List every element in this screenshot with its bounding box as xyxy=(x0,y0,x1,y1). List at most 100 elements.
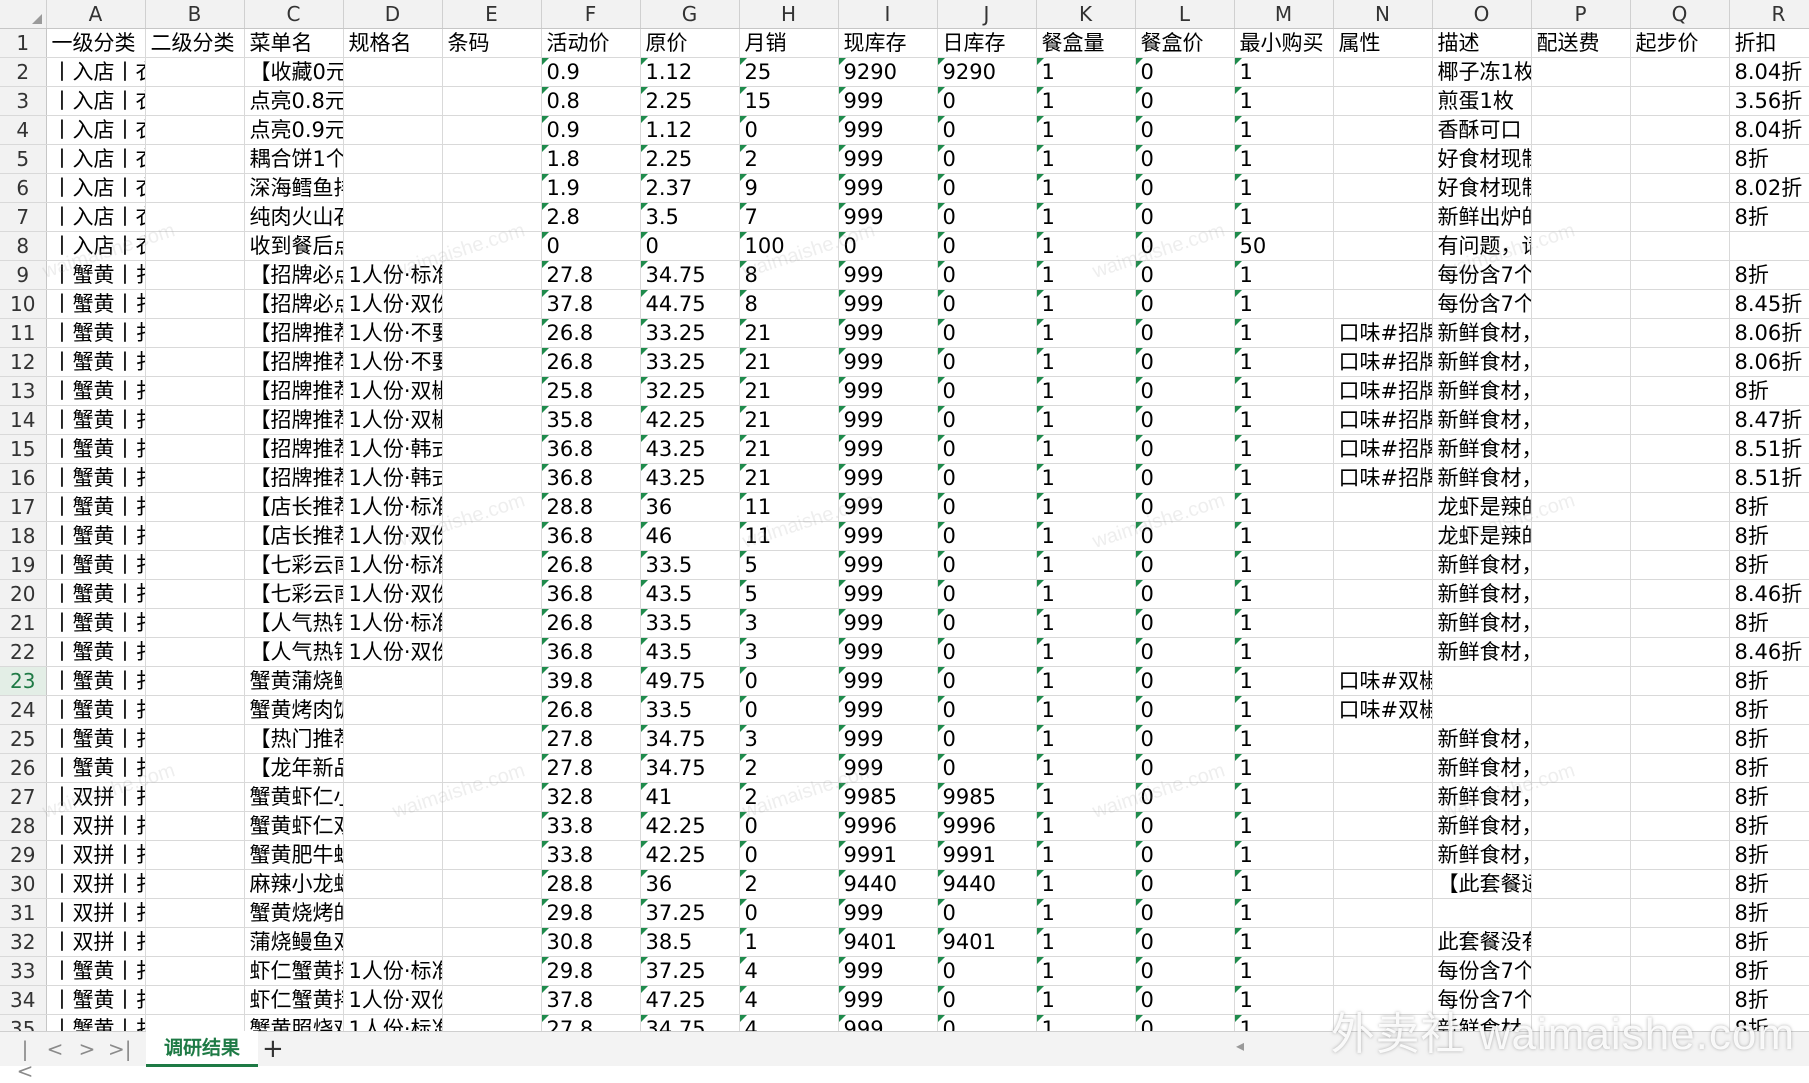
cell-b20[interactable] xyxy=(145,579,245,609)
column-header-n[interactable]: N xyxy=(1333,0,1433,29)
table-row[interactable]: 5丨入店丨衣耦合饼1个1.82.2529990101好食材现制8折 xyxy=(0,144,1809,174)
cell-j1[interactable]: 日库存 xyxy=(937,28,1037,58)
cell-p28[interactable] xyxy=(1531,811,1631,841)
cell-o2[interactable]: 椰子冻1枚 xyxy=(1432,57,1532,87)
cell-m30[interactable]: 1 xyxy=(1234,869,1334,899)
cell-q28[interactable] xyxy=(1630,811,1730,841)
cell-r26[interactable]: 8折 xyxy=(1729,753,1809,783)
cell-o18[interactable]: 龙虾是辣的 xyxy=(1432,521,1532,551)
cell-b24[interactable] xyxy=(145,695,245,725)
cell-n7[interactable] xyxy=(1333,202,1433,232)
cell-a5[interactable]: 丨入店丨衣 xyxy=(46,144,146,174)
cell-q9[interactable] xyxy=(1630,260,1730,290)
table-row[interactable]: 30丨双拼丨扌麻辣小龙虾28.836294409440101【此套餐适8折 xyxy=(0,869,1809,899)
cell-a30[interactable]: 丨双拼丨扌 xyxy=(46,869,146,899)
cell-c24[interactable]: 蟹黄烤肉饭 xyxy=(244,695,344,725)
cell-e22[interactable] xyxy=(442,637,542,667)
cell-q26[interactable] xyxy=(1630,753,1730,783)
cell-g33[interactable]: 37.25 xyxy=(640,956,740,986)
cell-a21[interactable]: 丨蟹黄丨扌 xyxy=(46,608,146,638)
cell-k17[interactable]: 1 xyxy=(1036,492,1136,522)
row-header[interactable]: 4 xyxy=(0,115,47,145)
cell-e34[interactable] xyxy=(442,985,542,1015)
cell-o19[interactable]: 新鲜食材， xyxy=(1432,550,1532,580)
cell-k8[interactable]: 1 xyxy=(1036,231,1136,261)
cell-c31[interactable]: 蟹黄烧烤的 xyxy=(244,898,344,928)
cell-h26[interactable]: 2 xyxy=(739,753,839,783)
cell-o27[interactable]: 新鲜食材， xyxy=(1432,782,1532,812)
column-header-e[interactable]: E xyxy=(442,0,542,29)
cell-p21[interactable] xyxy=(1531,608,1631,638)
cell-n15[interactable]: 口味#招牌 xyxy=(1333,434,1433,464)
cell-g13[interactable]: 32.25 xyxy=(640,376,740,406)
cell-j2[interactable]: 9290 xyxy=(937,57,1037,87)
cell-r29[interactable]: 8折 xyxy=(1729,840,1809,870)
cell-r5[interactable]: 8折 xyxy=(1729,144,1809,174)
cell-g9[interactable]: 34.75 xyxy=(640,260,740,290)
row-header[interactable]: 15 xyxy=(0,434,47,464)
column-header-f[interactable]: F xyxy=(541,0,641,29)
cell-k1[interactable]: 餐盒量 xyxy=(1036,28,1136,58)
cell-e28[interactable] xyxy=(442,811,542,841)
cell-h20[interactable]: 5 xyxy=(739,579,839,609)
cell-m18[interactable]: 1 xyxy=(1234,521,1334,551)
cell-b23[interactable] xyxy=(145,666,245,696)
cell-e27[interactable] xyxy=(442,782,542,812)
cell-g34[interactable]: 47.25 xyxy=(640,985,740,1015)
cell-k33[interactable]: 1 xyxy=(1036,956,1136,986)
cell-a3[interactable]: 丨入店丨衣 xyxy=(46,86,146,116)
cell-l28[interactable]: 0 xyxy=(1135,811,1235,841)
cell-n28[interactable] xyxy=(1333,811,1433,841)
row-header[interactable]: 21 xyxy=(0,608,47,638)
cell-f10[interactable]: 37.8 xyxy=(541,289,641,319)
cell-q30[interactable] xyxy=(1630,869,1730,899)
column-header-o[interactable]: O xyxy=(1432,0,1532,29)
cell-m3[interactable]: 1 xyxy=(1234,86,1334,116)
cell-p19[interactable] xyxy=(1531,550,1631,580)
cell-o11[interactable]: 新鲜食材， xyxy=(1432,318,1532,348)
cell-d7[interactable] xyxy=(343,202,443,232)
cell-g22[interactable]: 43.5 xyxy=(640,637,740,667)
cell-q2[interactable] xyxy=(1630,57,1730,87)
cell-f23[interactable]: 39.8 xyxy=(541,666,641,696)
cell-g35[interactable]: 34.75 xyxy=(640,1014,740,1031)
cell-n22[interactable] xyxy=(1333,637,1433,667)
cell-p26[interactable] xyxy=(1531,753,1631,783)
cell-d4[interactable] xyxy=(343,115,443,145)
cell-a6[interactable]: 丨入店丨衣 xyxy=(46,173,146,203)
cell-d22[interactable]: 1人份·双份 xyxy=(343,637,443,667)
cell-h28[interactable]: 0 xyxy=(739,811,839,841)
table-row[interactable]: 24丨蟹黄丨扌蟹黄烤肉饭26.833.509990101口味#双椒8折 xyxy=(0,695,1809,725)
cell-q29[interactable] xyxy=(1630,840,1730,870)
cell-r15[interactable]: 8.51折 xyxy=(1729,434,1809,464)
cell-a16[interactable]: 丨蟹黄丨扌 xyxy=(46,463,146,493)
cell-c4[interactable]: 点亮0.9元 xyxy=(244,115,344,145)
cell-l24[interactable]: 0 xyxy=(1135,695,1235,725)
cell-g12[interactable]: 33.25 xyxy=(640,347,740,377)
cell-j12[interactable]: 0 xyxy=(937,347,1037,377)
cell-r7[interactable]: 8折 xyxy=(1729,202,1809,232)
cell-c9[interactable]: 【招牌必点 xyxy=(244,260,344,290)
column-header-c[interactable]: C xyxy=(244,0,344,29)
cell-d31[interactable] xyxy=(343,898,443,928)
cell-p8[interactable] xyxy=(1531,231,1631,261)
cell-n11[interactable]: 口味#招牌 xyxy=(1333,318,1433,348)
cell-l34[interactable]: 0 xyxy=(1135,985,1235,1015)
cell-e2[interactable] xyxy=(442,57,542,87)
cell-k23[interactable]: 1 xyxy=(1036,666,1136,696)
cell-l10[interactable]: 0 xyxy=(1135,289,1235,319)
cell-b26[interactable] xyxy=(145,753,245,783)
cell-k5[interactable]: 1 xyxy=(1036,144,1136,174)
cell-k30[interactable]: 1 xyxy=(1036,869,1136,899)
cell-j35[interactable]: 0 xyxy=(937,1014,1037,1031)
cell-f29[interactable]: 33.8 xyxy=(541,840,641,870)
cell-r14[interactable]: 8.47折 xyxy=(1729,405,1809,435)
cell-i31[interactable]: 999 xyxy=(838,898,938,928)
cell-j24[interactable]: 0 xyxy=(937,695,1037,725)
cell-c28[interactable]: 蟹黄虾仁双 xyxy=(244,811,344,841)
table-row[interactable]: 32丨双拼丨扌蒲烧鳗鱼双30.838.5194019401101此套餐没有8折 xyxy=(0,927,1809,957)
cell-r10[interactable]: 8.45折 xyxy=(1729,289,1809,319)
cell-h16[interactable]: 21 xyxy=(739,463,839,493)
cell-p3[interactable] xyxy=(1531,86,1631,116)
cell-e21[interactable] xyxy=(442,608,542,638)
